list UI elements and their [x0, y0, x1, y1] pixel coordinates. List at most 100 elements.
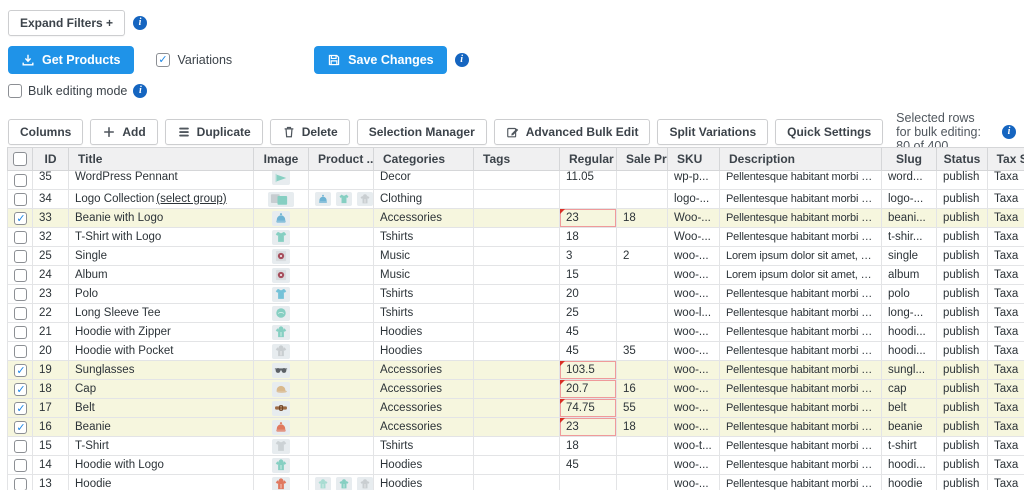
cell-regular[interactable]: 15 [560, 266, 617, 285]
cell-product[interactable] [309, 475, 374, 490]
cell-id[interactable]: 19 [33, 361, 69, 380]
cell-title[interactable]: Belt [69, 399, 254, 418]
cell-product[interactable] [309, 228, 374, 247]
cell-title[interactable]: WordPress Pennant [69, 171, 254, 190]
cell-image[interactable] [254, 418, 309, 437]
cell-status[interactable]: publish [937, 399, 988, 418]
beanie-thumbnail-icon[interactable] [272, 211, 290, 226]
columns-button[interactable]: Columns [8, 119, 83, 145]
cell-sale[interactable]: 55 [617, 399, 668, 418]
info-icon[interactable] [133, 84, 147, 98]
bulk-editing-mode-checkbox[interactable] [8, 84, 22, 98]
row-checkbox[interactable] [14, 345, 27, 358]
select-all-checkbox[interactable] [13, 152, 27, 166]
cell-sku[interactable]: woo-... [668, 342, 720, 361]
info-icon[interactable] [1002, 125, 1016, 139]
add-button[interactable]: Add [90, 119, 157, 145]
cell-id[interactable]: 23 [33, 285, 69, 304]
cell-sale[interactable]: 16 [617, 380, 668, 399]
cell-categories[interactable]: Accessories [374, 399, 474, 418]
cell-title[interactable]: Album [69, 266, 254, 285]
logo-collection-thumbnail-icon[interactable] [268, 192, 294, 207]
column-header-sale-price[interactable]: Sale Price [617, 148, 668, 171]
cell-id[interactable]: 25 [33, 247, 69, 266]
beanie-thumbnail-icon[interactable] [272, 420, 290, 435]
cell-status[interactable]: publish [937, 456, 988, 475]
row-checkbox[interactable] [14, 231, 27, 244]
row-checkbox[interactable] [14, 212, 27, 225]
cell-slug[interactable]: belt [882, 399, 937, 418]
belt-thumbnail-icon[interactable] [272, 401, 290, 416]
cell-id[interactable]: 33 [33, 209, 69, 228]
cell-status[interactable]: publish [937, 361, 988, 380]
select-all-header[interactable] [8, 148, 33, 171]
cell-categories[interactable]: Accessories [374, 418, 474, 437]
sunglasses-thumbnail-icon[interactable] [272, 363, 290, 378]
cell-tax[interactable]: Taxa [988, 418, 1024, 437]
cell-product[interactable] [309, 437, 374, 456]
row-checkbox[interactable] [14, 421, 27, 434]
cell-product[interactable] [309, 304, 374, 323]
cell-title[interactable]: T-Shirt with Logo [69, 228, 254, 247]
column-header-id[interactable]: ID [33, 148, 69, 171]
cell-slug[interactable]: hoodi... [882, 323, 937, 342]
cell-sku[interactable]: woo-l... [668, 304, 720, 323]
cell-title[interactable]: Single [69, 247, 254, 266]
cell-tags[interactable] [474, 342, 560, 361]
cell-description[interactable]: Pellentesque habitant morbi tristiq... [720, 342, 882, 361]
cell-tags[interactable] [474, 266, 560, 285]
cell-regular[interactable] [560, 190, 617, 209]
cell-slug[interactable]: single [882, 247, 937, 266]
cell-status[interactable]: publish [937, 475, 988, 490]
select-group-link[interactable]: (select group) [156, 191, 226, 208]
column-header-product[interactable]: Product ... [309, 148, 374, 171]
cell-slug[interactable]: beani... [882, 209, 937, 228]
cell-slug[interactable]: hoodi... [882, 456, 937, 475]
cell-product[interactable] [309, 266, 374, 285]
cell-product[interactable] [309, 380, 374, 399]
hoodie-thumbnail-icon[interactable] [336, 477, 352, 490]
cell-status[interactable]: publish [937, 266, 988, 285]
cell-categories[interactable]: Hoodies [374, 456, 474, 475]
cell-slug[interactable]: beanie [882, 418, 937, 437]
cell-product[interactable] [309, 456, 374, 475]
cell-product[interactable] [309, 171, 374, 190]
cell-sku[interactable]: woo-... [668, 475, 720, 490]
cell-id[interactable]: 22 [33, 304, 69, 323]
row-checkbox[interactable] [14, 250, 27, 263]
cell-id[interactable]: 21 [33, 323, 69, 342]
cell-image[interactable] [254, 190, 309, 209]
row-select-cell[interactable] [8, 456, 33, 475]
cell-sale[interactable] [617, 475, 668, 490]
cell-id[interactable]: 14 [33, 456, 69, 475]
cell-slug[interactable]: hoodie [882, 475, 937, 490]
cell-tags[interactable] [474, 247, 560, 266]
cell-sku[interactable]: wp-p... [668, 171, 720, 190]
cell-title[interactable]: Hoodie [69, 475, 254, 490]
row-checkbox[interactable] [14, 174, 27, 187]
cell-status[interactable]: publish [937, 247, 988, 266]
cell-title[interactable]: Hoodie with Logo [69, 456, 254, 475]
cell-categories[interactable]: Accessories [374, 361, 474, 380]
cell-status[interactable]: publish [937, 342, 988, 361]
row-select-cell[interactable] [8, 228, 33, 247]
hoodie-thumbnail-icon[interactable] [315, 477, 331, 490]
cell-product[interactable] [309, 285, 374, 304]
cell-image[interactable] [254, 228, 309, 247]
cell-regular[interactable]: 103.5 [560, 361, 617, 380]
column-header-sku[interactable]: SKU [668, 148, 720, 171]
pennant-thumbnail-icon[interactable] [272, 171, 290, 186]
cell-sale[interactable] [617, 361, 668, 380]
row-select-cell[interactable] [8, 266, 33, 285]
cell-description[interactable]: Lorem ipsum dolor sit amet, conse... [720, 266, 882, 285]
cell-product[interactable] [309, 399, 374, 418]
cell-categories[interactable]: Clothing [374, 190, 474, 209]
get-products-button[interactable]: Get Products [8, 46, 134, 74]
cell-categories[interactable]: Tshirts [374, 285, 474, 304]
cell-title[interactable]: Long Sleeve Tee [69, 304, 254, 323]
cell-regular[interactable]: 45 [560, 456, 617, 475]
cell-categories[interactable]: Hoodies [374, 323, 474, 342]
cell-sku[interactable]: woo-... [668, 323, 720, 342]
tshirt-thumbnail-icon[interactable] [272, 230, 290, 245]
cell-sku[interactable]: woo-... [668, 361, 720, 380]
